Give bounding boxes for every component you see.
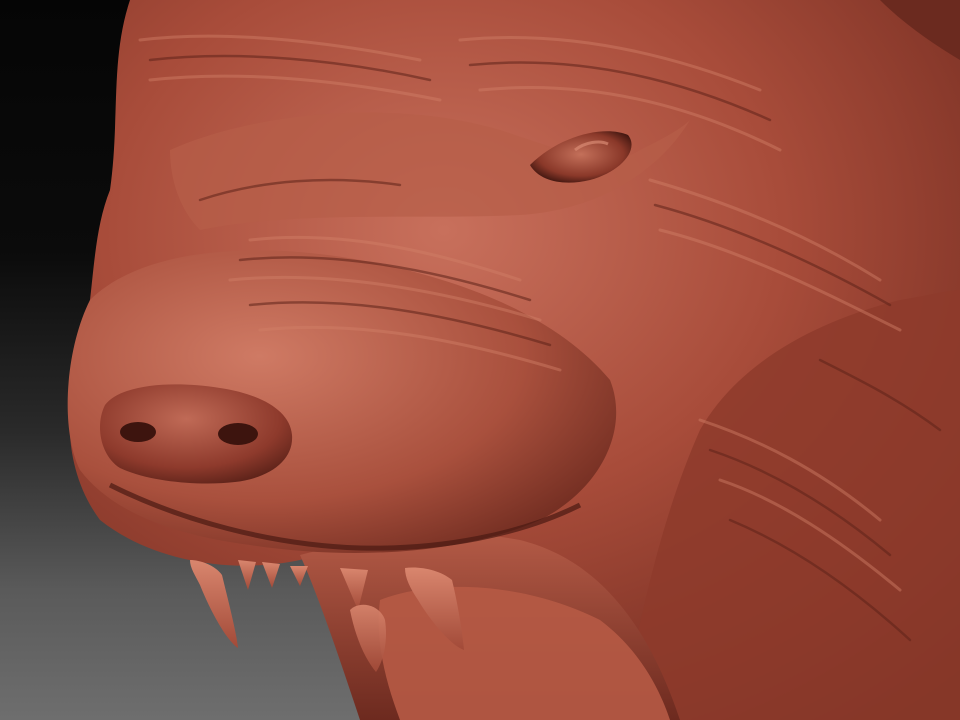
right-nostril [218,423,258,445]
left-nostril [120,422,156,442]
fang-left [190,560,238,648]
incisor-3 [290,566,308,586]
incisor-2 [262,562,280,588]
wolf-sculpt [67,0,960,720]
incisor-1 [238,560,256,590]
sculpt-viewport[interactable] [0,0,960,720]
